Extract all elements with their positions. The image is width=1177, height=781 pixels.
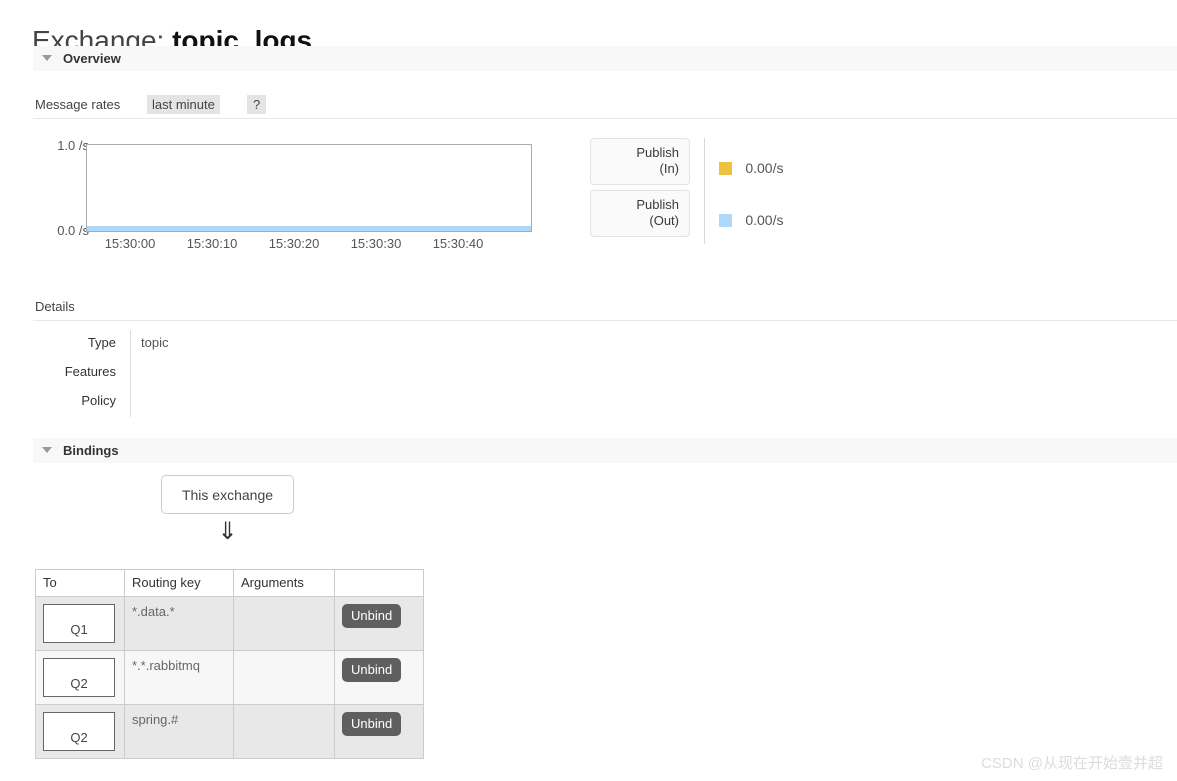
binding-routing-key: *.*.rabbitmq <box>124 650 234 705</box>
overview-section-header[interactable]: Overview <box>33 46 1177 71</box>
y-axis-tick-min: 0.0 /s <box>57 223 89 238</box>
legend-value-publish-out: 0.00/s <box>745 212 784 228</box>
x-axis-tick: 15:30:30 <box>350 236 402 251</box>
binding-destination-cell: Q2 <box>35 650 125 705</box>
details-label: Details <box>35 299 75 314</box>
legend-swatch-icon <box>719 162 732 175</box>
detail-key: Features <box>64 364 116 379</box>
chevron-down-icon[interactable] <box>42 55 52 61</box>
detail-separator <box>130 330 131 359</box>
column-header-to: To <box>35 569 125 597</box>
detail-row-policy: Policy <box>33 388 633 417</box>
x-axis-tick: 15:30:40 <box>432 236 484 251</box>
detail-row-type: Type topic <box>33 330 633 359</box>
legend-button-publish-out-line2: (Out) <box>649 213 679 228</box>
series-publish-out-line <box>87 226 531 231</box>
message-rates-label: Message rates <box>35 97 121 112</box>
legend-button-publish-in-line1: Publish <box>636 145 679 160</box>
legend-button-publish-in[interactable]: Publish (In) <box>590 138 690 185</box>
legend-button-publish-out[interactable]: Publish (Out) <box>590 190 690 237</box>
chart-plot-area <box>86 144 532 232</box>
bindings-section-header[interactable]: Bindings <box>33 438 1177 463</box>
binding-action-cell: Unbind <box>334 704 424 759</box>
queue-link[interactable]: Q2 <box>43 712 115 751</box>
x-axis-tick-labels: 15:30:00 15:30:10 15:30:20 15:30:30 15:3… <box>86 236 536 254</box>
binding-routing-key: spring.# <box>124 704 234 759</box>
binding-action-cell: Unbind <box>334 596 424 651</box>
legend-entry-publish-in: 0.00/s <box>719 160 784 176</box>
binding-arguments <box>233 650 335 705</box>
x-axis-tick: 15:30:10 <box>186 236 238 251</box>
binding-action-cell: Unbind <box>334 650 424 705</box>
unbind-button[interactable]: Unbind <box>342 604 402 628</box>
detail-key: Policy <box>81 393 116 408</box>
bindings-section-label: Bindings <box>63 443 119 458</box>
binding-arguments <box>233 704 335 759</box>
details-table: Type topic Features Policy <box>33 330 633 417</box>
binding-destination-cell: Q1 <box>35 596 125 651</box>
column-header-actions <box>334 569 424 597</box>
binding-arguments <box>233 596 335 651</box>
legend-button-publish-out-line1: Publish <box>636 197 679 212</box>
binding-destination-cell: Q2 <box>35 704 125 759</box>
detail-key: Type <box>87 335 116 350</box>
detail-row-features: Features <box>33 359 633 388</box>
message-rates-chart: 1.0 /s 0.0 /s 15:30:00 15:30:10 15:30:20… <box>33 130 1177 260</box>
message-rates-row: Message rates last minute ? <box>33 95 1177 119</box>
binding-routing-key: *.data.* <box>124 596 234 651</box>
rate-period-selector[interactable]: last minute <box>147 95 220 114</box>
detail-separator <box>130 388 131 417</box>
help-icon[interactable]: ? <box>247 95 267 114</box>
watermark: CSDN @从现在开始壹并超 <box>981 755 1163 772</box>
legend-divider <box>704 138 705 244</box>
bindings-table-header-row: To Routing key Arguments <box>35 569 424 597</box>
chart-legend: Publish (In) Publish (Out) 0.00/s 0.00/s <box>558 138 888 250</box>
column-header-arguments: Arguments <box>233 569 335 597</box>
this-exchange-node[interactable]: This exchange <box>161 475 294 514</box>
legend-entry-publish-out: 0.00/s <box>719 212 784 228</box>
queue-link[interactable]: Q1 <box>43 604 115 643</box>
column-header-routing-key: Routing key <box>124 569 234 597</box>
double-down-arrow-icon: ⇓ <box>217 518 238 545</box>
table-row: Q2 *.*.rabbitmq Unbind <box>35 650 424 705</box>
detail-separator <box>130 359 131 388</box>
table-row: Q2 spring.# Unbind <box>35 704 424 759</box>
x-axis-tick: 15:30:20 <box>268 236 320 251</box>
legend-swatch-icon <box>719 214 732 227</box>
unbind-button[interactable]: Unbind <box>342 712 402 736</box>
legend-button-publish-in-line2: (In) <box>659 161 680 176</box>
legend-value-publish-in: 0.00/s <box>745 160 784 176</box>
bindings-table: To Routing key Arguments Q1 *.data.* Unb… <box>35 569 424 759</box>
table-row: Q1 *.data.* Unbind <box>35 596 424 651</box>
details-divider <box>33 320 1177 321</box>
unbind-button[interactable]: Unbind <box>342 658 402 682</box>
x-axis-tick: 15:30:00 <box>104 236 156 251</box>
chevron-down-icon[interactable] <box>42 447 52 453</box>
detail-value-type: topic <box>141 335 169 350</box>
queue-link[interactable]: Q2 <box>43 658 115 697</box>
y-axis-tick-max: 1.0 /s <box>57 138 89 153</box>
overview-section-label: Overview <box>63 51 121 66</box>
